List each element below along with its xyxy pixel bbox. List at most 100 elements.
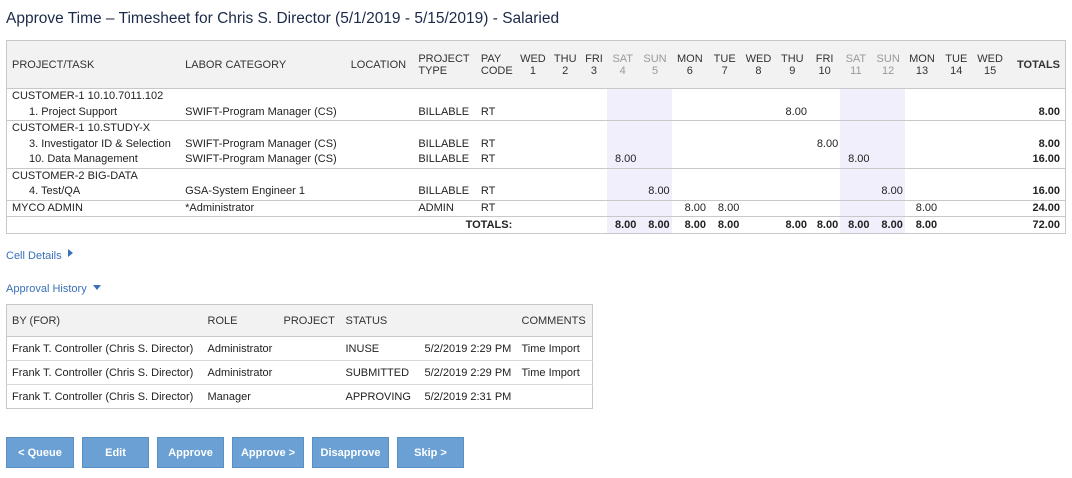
hours-day-7[interactable] (708, 137, 741, 153)
hours-day-11[interactable] (840, 199, 872, 217)
hours-day-4[interactable] (607, 136, 639, 152)
hours-day-15[interactable] (973, 137, 1006, 153)
hours-day-2[interactable] (550, 184, 581, 200)
hours-day-15[interactable] (973, 105, 1006, 121)
timesheet-grid: PROJECT/TASK LABOR CATEGORY LOCATION PRO… (6, 40, 1066, 234)
hours-day-7[interactable] (708, 184, 741, 200)
hours-day-13[interactable] (905, 184, 939, 200)
hours-day-15[interactable] (973, 152, 1006, 168)
hours-day-10[interactable]: 8.00 (809, 137, 840, 153)
hours-day-11[interactable]: 8.00 (840, 152, 872, 168)
group-spacer (549, 167, 581, 184)
hours-day-13[interactable] (905, 105, 939, 121)
group-name: CUSTOMER-1 10.STUDY-X (6, 120, 517, 137)
hours-day-6[interactable]: 8.00 (671, 199, 709, 217)
ah-col-status: STATUS (340, 304, 420, 337)
hours-day-15[interactable] (973, 199, 1007, 217)
hours-day-8[interactable] (741, 152, 775, 168)
hours-day-13[interactable] (905, 152, 939, 168)
hours-day-10[interactable] (809, 184, 840, 200)
hours-day-5[interactable] (638, 152, 672, 168)
row-total: 16.00 (1032, 185, 1060, 198)
hours-day-5[interactable] (638, 136, 672, 152)
hours-day-4[interactable] (607, 184, 639, 200)
group-spacer (939, 167, 974, 184)
hours-day-2[interactable] (550, 105, 581, 121)
history-date: 5/2/2019 2:29 PM (419, 360, 517, 385)
hours-day-6[interactable] (672, 184, 708, 200)
hours-day-8[interactable] (741, 184, 775, 200)
hours-day-12[interactable] (871, 199, 905, 217)
hours-day-9[interactable] (775, 199, 809, 217)
hours-day-2[interactable] (550, 137, 581, 153)
hours-day-3[interactable] (581, 184, 607, 200)
hours-day-1[interactable] (516, 184, 549, 200)
hours-day-13[interactable]: 8.00 (904, 199, 940, 217)
approve-button[interactable]: Approve (157, 437, 224, 468)
hours-day-2[interactable] (549, 199, 581, 217)
approval-history-toggle[interactable]: Approval History (6, 283, 101, 295)
hours-day-5[interactable]: 8.00 (638, 184, 672, 200)
hours-day-10[interactable] (809, 152, 840, 168)
hours-day-1[interactable] (516, 199, 550, 217)
hours-day-12[interactable] (871, 104, 905, 121)
timesheet-row: 1. Project Support SWIFT-Program Manager … (7, 104, 1066, 121)
hours-day-14[interactable] (939, 152, 973, 168)
hours-day-9[interactable] (776, 137, 809, 153)
skip-button[interactable]: Skip > (397, 437, 464, 468)
hours-day-8[interactable] (741, 105, 775, 121)
history-by: Frank T. Controller (Chris S. Director) (12, 342, 194, 355)
hours-day-8[interactable] (741, 137, 775, 153)
hours-day-9[interactable] (776, 152, 809, 168)
hours-day-5[interactable] (638, 199, 672, 217)
hours-day-7[interactable]: 8.00 (708, 199, 742, 217)
hours-day-6[interactable] (672, 152, 708, 168)
hours-day-14[interactable] (939, 199, 974, 217)
hours-day-4[interactable] (607, 104, 639, 121)
col-day-2: THU 2 (549, 40, 581, 89)
hours-day-1[interactable] (516, 152, 549, 168)
hours-day-10[interactable] (808, 199, 841, 217)
hours-day-3[interactable] (581, 105, 607, 121)
hours-day-4[interactable]: 8.00 (607, 152, 639, 168)
hours-day-1[interactable] (516, 105, 549, 121)
group-spacer (904, 88, 940, 105)
hours-day-7[interactable] (708, 152, 741, 168)
hours-day-2[interactable] (550, 152, 581, 168)
hours-day-10[interactable] (809, 105, 840, 121)
group-spacer (638, 167, 672, 184)
hours-day-11[interactable] (840, 104, 872, 121)
hours-day-12[interactable] (871, 136, 905, 152)
hours-day-12[interactable] (871, 152, 905, 168)
location (346, 184, 414, 200)
hours-day-6[interactable] (672, 105, 708, 121)
hours-day-4[interactable] (607, 199, 639, 217)
hours-day-11[interactable] (840, 184, 872, 200)
hours-day-9[interactable]: 8.00 (776, 105, 809, 121)
hours-day-11[interactable] (840, 136, 872, 152)
hours-day-3[interactable] (580, 199, 608, 217)
hours-day-7[interactable] (708, 105, 741, 121)
hours-day-14[interactable] (939, 105, 973, 121)
group-spacer (708, 167, 742, 184)
hours-day-5[interactable] (638, 104, 672, 121)
hours-day-9[interactable] (776, 184, 809, 200)
approve-next-button[interactable]: Approve > (232, 437, 304, 468)
location (346, 105, 414, 121)
hours-day-15[interactable] (973, 184, 1006, 200)
hours-day-3[interactable] (581, 152, 607, 168)
cell-details-toggle[interactable]: Cell Details (6, 249, 73, 262)
hours-day-14[interactable] (939, 137, 973, 153)
hours-day-3[interactable] (581, 137, 607, 153)
hours-day-13[interactable] (905, 137, 939, 153)
edit-button[interactable]: Edit (82, 437, 149, 468)
queue-button[interactable]: < Queue (6, 437, 74, 468)
hours-day-14[interactable] (939, 184, 973, 200)
hours-day-12[interactable]: 8.00 (871, 184, 905, 200)
hours-day-6[interactable] (672, 137, 708, 153)
hours-day-1[interactable] (516, 137, 549, 153)
disapprove-button[interactable]: Disapprove (312, 437, 389, 468)
group-spacer (638, 88, 672, 105)
hours-day-8[interactable] (741, 199, 776, 217)
col-day-14: TUE 14 (939, 40, 974, 89)
